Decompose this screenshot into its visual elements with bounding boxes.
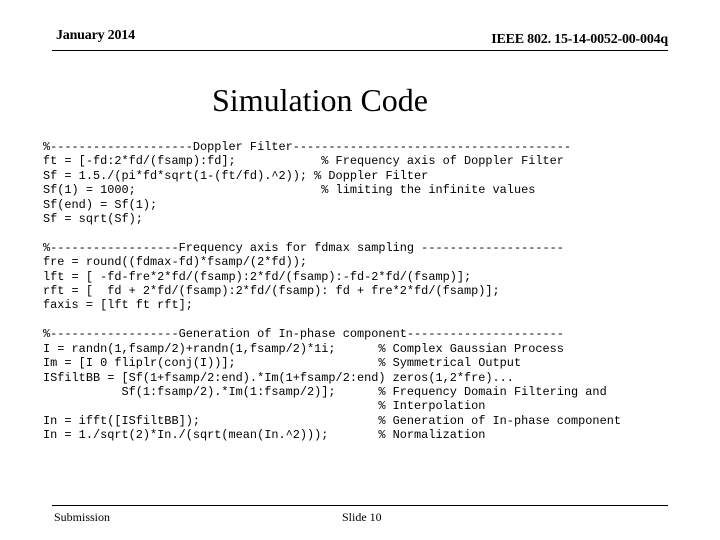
slide: January 2014 IEEE 802. 15-14-0052-00-004… [0,0,720,540]
code-line: In = ifft([ISfiltBB]); % Generation of I… [43,413,621,428]
code-line: fre = round((fdmax-fd)*fsamp/(2*fd)); [43,255,308,270]
code-line: % Interpolation [43,399,486,414]
code-line: ft = [-fd:2*fd/(fsamp):fd]; % Frequency … [43,154,564,169]
code-line: %------------------Generation of In-phas… [43,327,564,342]
slide-title: Simulation Code [212,82,428,118]
code-line: Im = [I 0 fliplr(conj(I))]; % Symmetrica… [43,356,522,371]
code-line: Sf(1) = 1000; % limiting the infinite va… [43,183,536,198]
code-line: ISfiltBB = [Sf(1+fsamp/2:end).*Im(1+fsam… [43,370,514,385]
code-block: %--------------------Doppler Filter-----… [43,140,621,443]
code-line: Sf = 1.5./(pi*fd*sqrt(1-(ft/fd).^2)); % … [43,168,429,183]
code-line: Sf = sqrt(Sf); [43,212,143,227]
code-line: I = randn(1,fsamp/2)+randn(1,fsamp/2)*1i… [43,341,564,356]
code-line: faxis = [lft ft rft]; [43,298,193,313]
header-date: January 2014 [56,28,135,43]
code-line: Sf(end) = Sf(1); [43,197,158,212]
header-document-id: IEEE 802. 15-14-0052-00-004q [491,32,668,47]
code-line: In = 1./sqrt(2)*In./(sqrt(mean(In.^2)));… [43,428,486,443]
code-line: Sf(1:fsamp/2).*Im(1:fsamp/2)]; % Frequen… [43,384,607,399]
header-divider [52,50,668,51]
code-line: %------------------Frequency axis for fd… [43,240,564,255]
code-line: rft = [ fd + 2*fd/(fsamp):2*fd/(fsamp): … [43,284,500,299]
code-line: lft = [ -fd-fre*2*fd/(fsamp):2*fd/(fsamp… [43,269,472,284]
footer-divider [52,505,668,506]
footer-submission: Submission [54,510,111,524]
footer-slide-number: Slide 10 [342,510,382,524]
code-line: %--------------------Doppler Filter-----… [43,140,572,154]
